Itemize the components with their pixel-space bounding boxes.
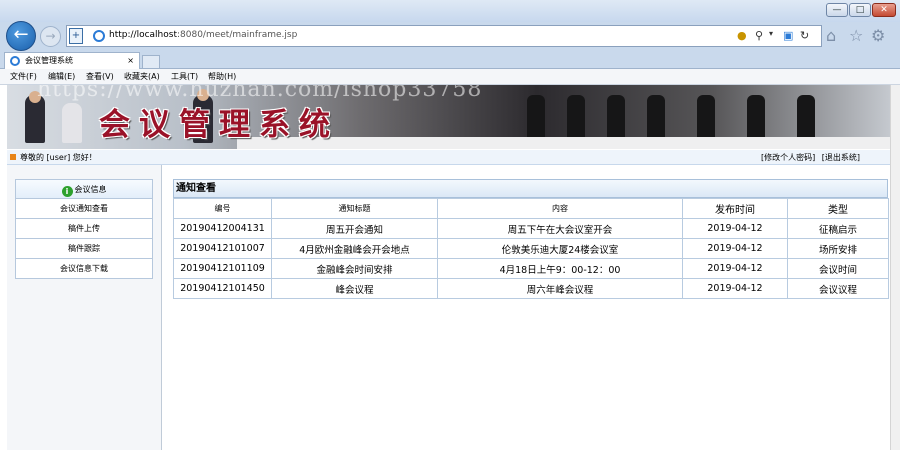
banner-chair [747,95,765,139]
cell-type: 会议时间 [787,258,889,279]
dropdown-icon[interactable]: ▾ [769,29,773,38]
cell-type: 征稿启示 [787,218,889,239]
watermark: https://www.huzhan.com/ishop33758 [37,85,483,102]
cell-title[interactable]: 4月欧州金融峰会开会地点 [271,238,438,259]
favorites-icon[interactable]: ☆ [849,26,863,45]
refresh-icon[interactable]: ↻ [800,29,809,42]
change-password-link[interactable]: [修改个人密码] [761,153,815,162]
sidebar: i 会议信息 会议通知查看 稿件上传 稿件跟踪 会议信息下载 [7,165,162,450]
table-header-row: 编号 通知标题 内容 发布时间 类型 [173,198,889,219]
cell-date: 2019-04-12 [682,238,788,259]
tab-close-icon[interactable]: × [127,53,134,68]
banner-chair [527,95,545,139]
menu-edit[interactable]: 编辑(E) [48,71,75,82]
table-row[interactable]: 20190412004131 周五开会通知 周五下午在大会议室开会 2019-0… [173,218,889,239]
menu-help[interactable]: 帮助(H) [208,71,236,82]
forward-button[interactable]: → [40,26,61,47]
bullet-icon [10,154,16,160]
cell-id: 20190412101007 [173,238,272,259]
logout-link[interactable]: [退出系统] [822,153,860,162]
cell-content: 周六年峰会议程 [437,278,683,299]
main-frame: 通知查看 编号 通知标题 内容 发布时间 类型 20190412004131 周 [164,165,890,450]
cell-id: 20190412101450 [173,278,272,299]
cell-id: 20190412004131 [173,218,272,239]
tab-active[interactable]: 会议管理系统 × [4,52,140,70]
new-tab-button[interactable] [142,55,160,69]
table-row[interactable]: 20190412101007 4月欧州金融峰会开会地点 伦敦美乐迪大厦24楼会议… [173,238,889,259]
banner-title: 会议管理系统 [99,107,339,143]
column-header: 通知标题 [271,198,438,219]
url-text[interactable]: http://localhost:8080/meet/mainframe.jsp [109,30,297,40]
vertical-scrollbar[interactable] [890,85,900,450]
banner-chair [797,95,815,139]
title-bar: — □ ✕ [0,0,900,22]
table-row[interactable]: 20190412101109 金融峰会时间安排 4月18日上午9：00-12：0… [173,258,889,279]
search-icon[interactable]: ⚲ [755,29,763,42]
sidebar-item-tracking[interactable]: 稿件跟踪 [15,239,153,259]
banner-person [62,103,82,143]
sidebar-item-notice[interactable]: 会议通知查看 [15,199,153,219]
cell-id: 20190412101109 [173,258,272,279]
sidebar-item-download[interactable]: 会议信息下载 [15,259,153,279]
info-icon: i [61,186,73,197]
user-links: [修改个人密码] [退出系统] [757,152,860,163]
column-header: 发布时间 [682,198,788,219]
sidebar-header-label: 会议信息 [74,185,107,194]
minimize-button[interactable]: — [826,3,848,17]
cell-title[interactable]: 金融峰会时间安排 [271,258,438,279]
cell-date: 2019-04-12 [682,278,788,299]
home-icon[interactable]: ⌂ [826,26,836,45]
sidebar-item-upload[interactable]: 稿件上传 [15,219,153,239]
tab-title: 会议管理系统 [25,56,73,65]
user-bar: 尊敬的 [user] 您好！ [修改个人密码] [退出系统] [7,150,890,165]
header-banner: 会议管理系统 https://www.huzhan.com/ishop33758 [7,85,890,149]
close-window-button[interactable]: ✕ [872,3,896,17]
cell-date: 2019-04-12 [682,218,788,239]
page-icon [93,30,105,42]
sidebar-header[interactable]: i 会议信息 [15,179,153,199]
back-button[interactable]: ← [6,21,36,51]
page-compat-icon[interactable]: ▣ [783,29,793,42]
panel-title: 通知查看 [173,179,888,198]
banner-chair [697,95,715,139]
cell-title[interactable]: 周五开会通知 [271,218,438,239]
settings-gear-icon[interactable]: ⚙ [871,26,885,45]
shield-icon[interactable]: + [69,28,83,44]
cell-title[interactable]: 峰会议程 [271,278,438,299]
tab-strip: 会议管理系统 × [0,52,900,70]
banner-chair [607,95,625,139]
cell-type: 会议议程 [787,278,889,299]
cell-type: 场所安排 [787,238,889,259]
address-bar[interactable]: + http://localhost:8080/meet/mainframe.j… [66,25,822,47]
user-greeting: 尊敬的 [user] 您好！ [20,153,97,162]
maximize-button[interactable]: □ [849,3,871,17]
banner-chair [647,95,665,139]
banner-chair [567,95,585,139]
column-header: 内容 [437,198,683,219]
table-row[interactable]: 20190412101450 峰会议程 周六年峰会议程 2019-04-12 会… [173,278,889,299]
menu-tools[interactable]: 工具(T) [171,71,198,82]
menu-favorites[interactable]: 收藏夹(A) [124,71,160,82]
notice-table: 编号 通知标题 内容 发布时间 类型 20190412004131 周五开会通知… [173,198,889,299]
cell-content: 周五下午在大会议室开会 [437,218,683,239]
ie-icon [10,56,20,66]
notice-panel: 通知查看 编号 通知标题 内容 发布时间 类型 20190412004131 周 [173,179,889,299]
sidebar-menu: i 会议信息 会议通知查看 稿件上传 稿件跟踪 会议信息下载 [15,179,153,279]
cell-date: 2019-04-12 [682,258,788,279]
cell-content: 伦敦美乐迪大厦24楼会议室 [437,238,683,259]
cell-content: 4月18日上午9：00-12：00 [437,258,683,279]
navigation-bar: ← → + http://localhost:8080/meet/mainfra… [0,20,900,52]
menu-file[interactable]: 文件(F) [10,71,37,82]
compat-icon[interactable]: ● [737,29,747,42]
menu-view[interactable]: 查看(V) [86,71,114,82]
column-header: 类型 [787,198,889,219]
column-header: 编号 [173,198,272,219]
page-content: 会议管理系统 https://www.huzhan.com/ishop33758… [0,85,900,450]
menu-bar: 文件(F) 编辑(E) 查看(V) 收藏夹(A) 工具(T) 帮助(H) [0,69,900,85]
